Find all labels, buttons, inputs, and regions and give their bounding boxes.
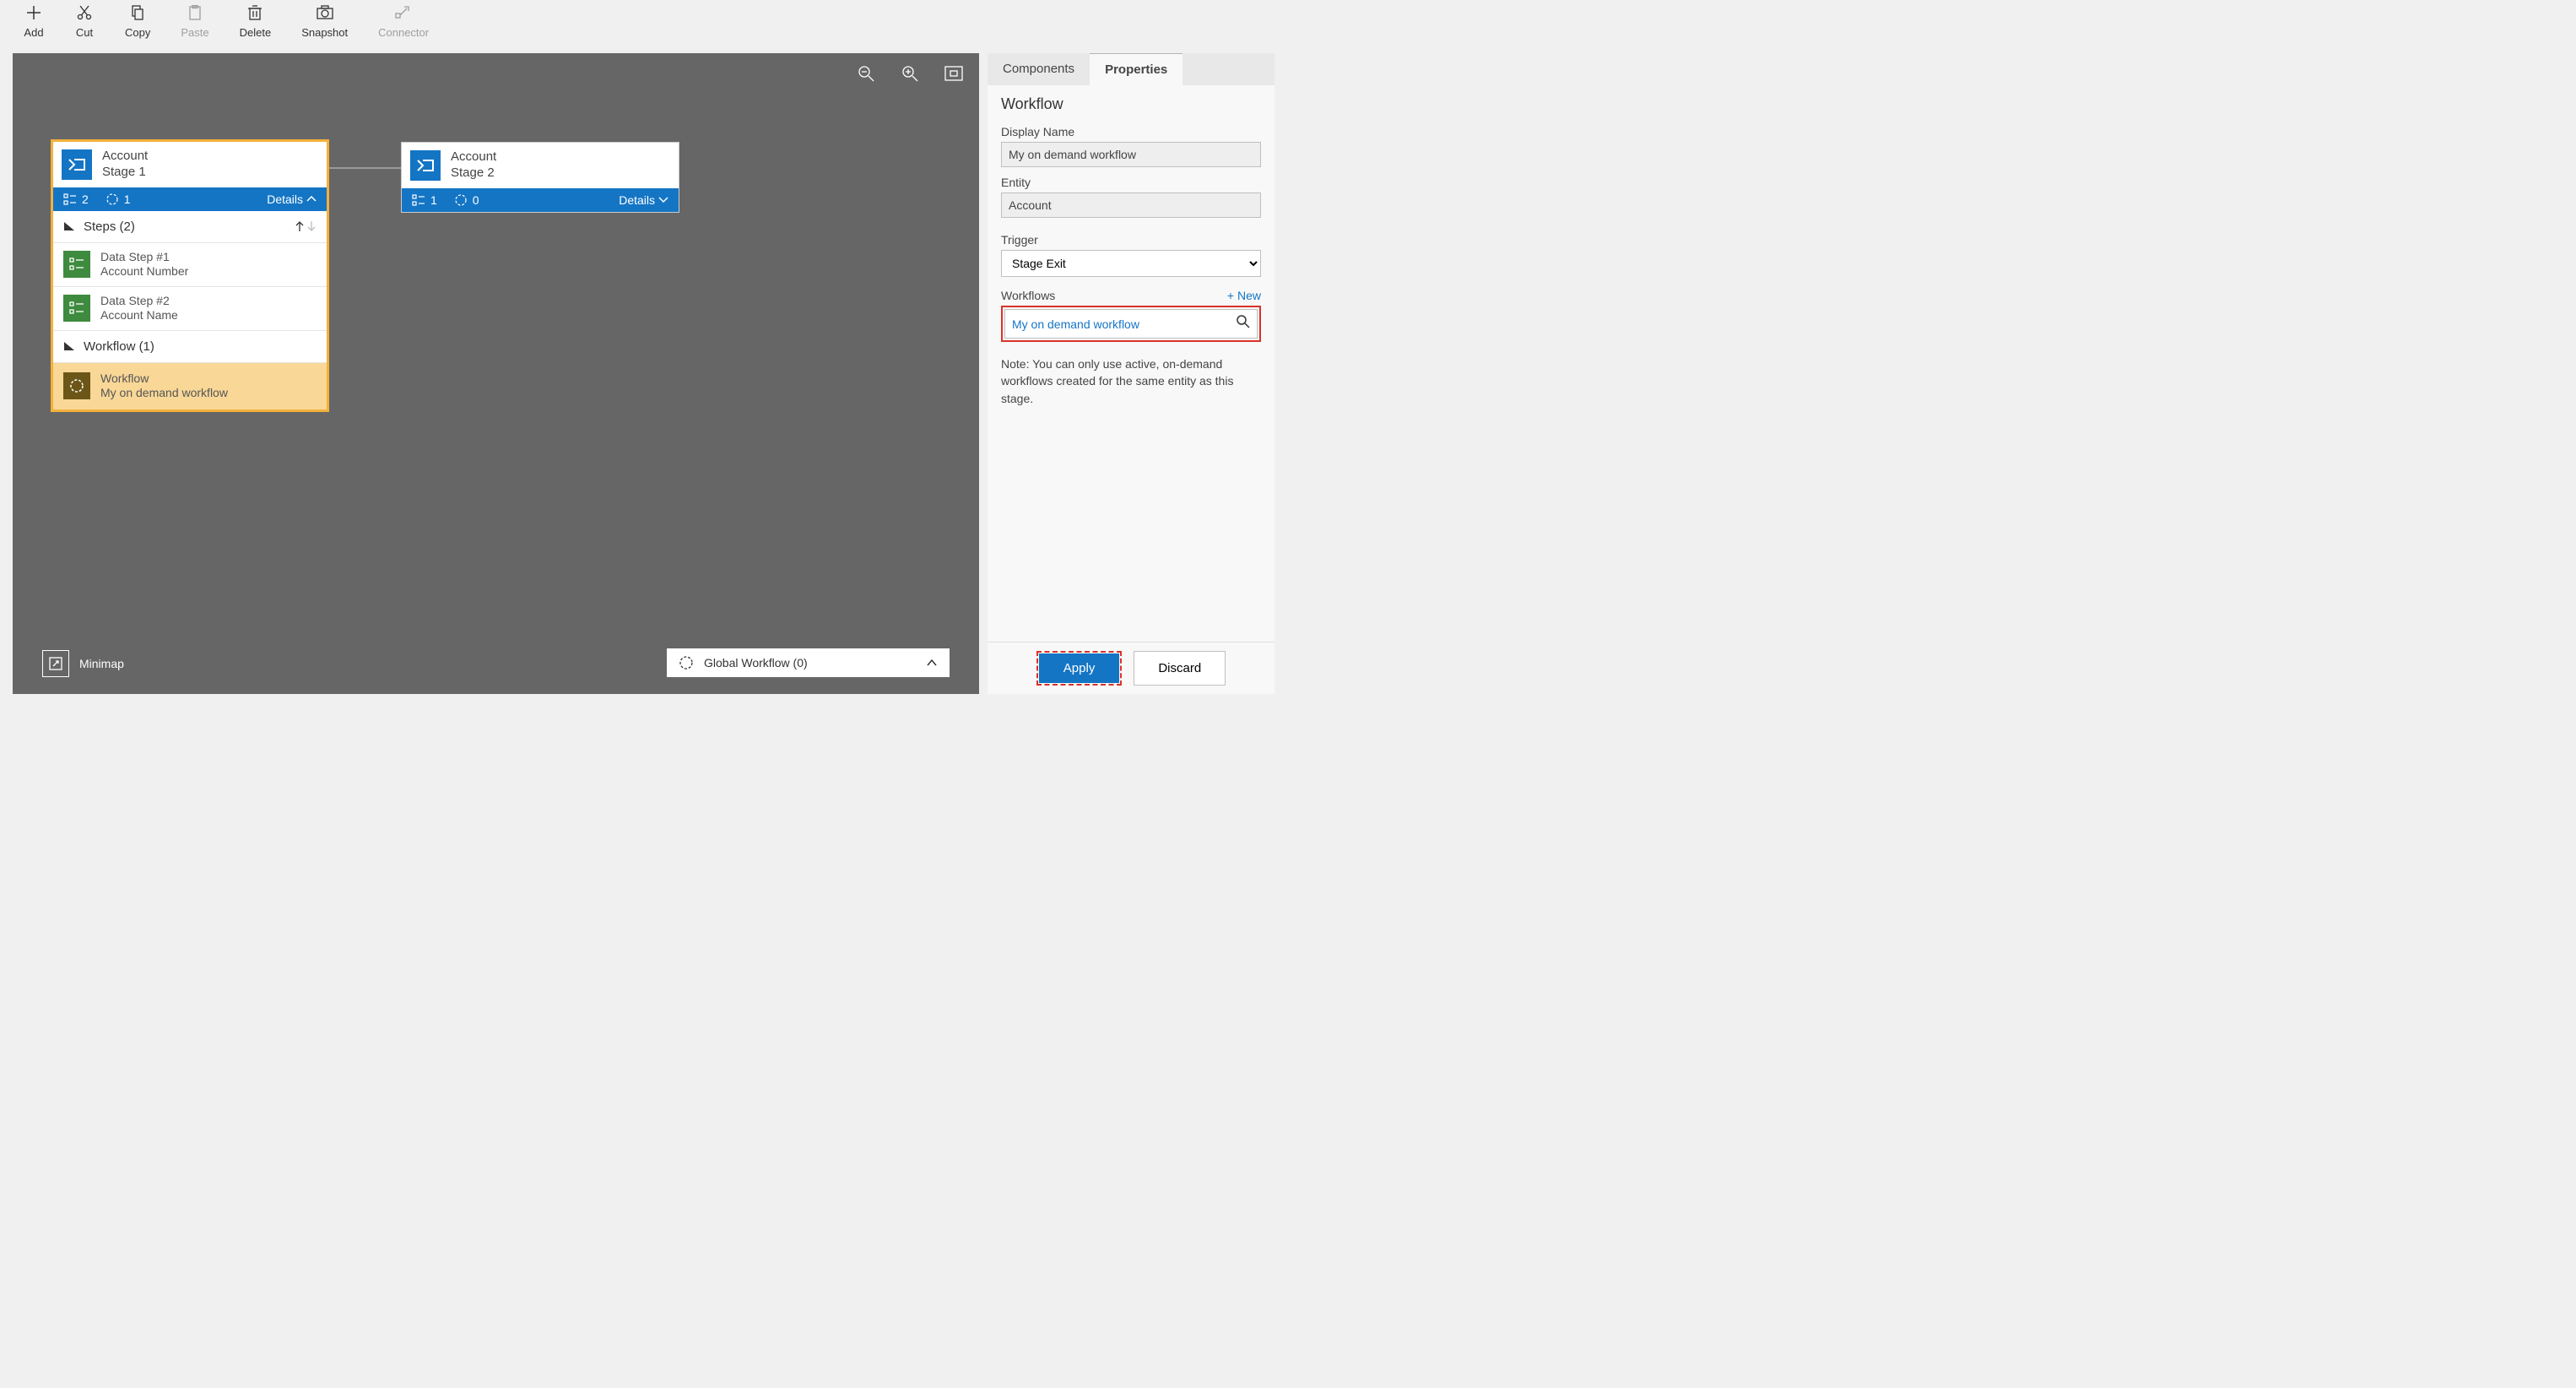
scissors-icon xyxy=(76,4,93,21)
arrow-up-icon[interactable] xyxy=(295,220,305,232)
global-workflow-bar[interactable]: Global Workflow (0) xyxy=(667,648,950,677)
connector-icon xyxy=(395,4,412,21)
trash-icon xyxy=(246,4,263,21)
zoom-out-button[interactable] xyxy=(856,63,876,84)
copy-button[interactable]: Copy xyxy=(110,0,165,39)
minimap-label: Minimap xyxy=(79,657,124,670)
workflow-item-selected[interactable]: Workflow My on demand workflow xyxy=(53,363,327,409)
stage-1[interactable]: Account Stage 1 2 1 Details Steps (2) xyxy=(51,139,329,412)
display-name-input[interactable] xyxy=(1001,142,1261,167)
trigger-label: Trigger xyxy=(1001,233,1261,247)
data-step-1[interactable]: Data Step #1 Account Number xyxy=(53,243,327,287)
copy-label: Copy xyxy=(125,26,150,39)
wf-item-title: Workflow xyxy=(100,371,228,387)
connector-button: Connector xyxy=(363,0,444,39)
chevron-up-icon xyxy=(926,659,938,667)
entity-input[interactable] xyxy=(1001,192,1261,218)
stage1-name: Stage 1 xyxy=(102,165,148,181)
stage2-name: Stage 2 xyxy=(451,165,496,182)
steps-header-label: Steps (2) xyxy=(84,220,135,234)
trigger-select[interactable]: Stage Exit xyxy=(1001,250,1261,277)
wf-item-sub: My on demand workflow xyxy=(100,386,228,401)
properties-panel: Components Properties Workflow Display N… xyxy=(988,53,1274,694)
new-workflow-link[interactable]: + New xyxy=(1227,289,1261,302)
tab-components[interactable]: Components xyxy=(988,53,1090,85)
arrow-down-icon[interactable] xyxy=(306,220,317,232)
canvas[interactable]: Account Stage 1 2 1 Details Steps (2) xyxy=(13,53,979,694)
cut-label: Cut xyxy=(76,26,93,39)
stage1-step-count: 2 xyxy=(82,192,89,206)
workflow-search-value: My on demand workflow xyxy=(1012,317,1139,331)
zoom-in-button[interactable] xyxy=(900,63,920,84)
workflow-search-input[interactable]: My on demand workflow xyxy=(1004,309,1258,339)
steps-group-header[interactable]: Steps (2) xyxy=(53,211,327,243)
workflow-header-label: Workflow (1) xyxy=(84,339,154,354)
connector-label: Connector xyxy=(378,26,429,39)
stage1-wf-count: 1 xyxy=(124,192,131,206)
paste-icon xyxy=(187,4,203,21)
stage2-details-toggle[interactable]: Details xyxy=(619,193,668,207)
data-step-icon xyxy=(63,295,90,322)
workflow-note: Note: You can only use active, on-demand… xyxy=(1001,355,1261,407)
delete-button[interactable]: Delete xyxy=(225,0,287,39)
step1-sub: Account Number xyxy=(100,264,188,279)
data-step-icon xyxy=(63,251,90,278)
workflow-icon xyxy=(63,372,90,399)
search-icon[interactable] xyxy=(1237,315,1250,333)
fit-screen-button[interactable] xyxy=(944,63,964,84)
stage-connector xyxy=(329,167,405,169)
stage2-step-count: 1 xyxy=(430,193,437,207)
stage-chevron-icon xyxy=(410,150,441,181)
camera-icon xyxy=(317,4,333,21)
tab-properties[interactable]: Properties xyxy=(1090,53,1182,85)
minimap-button[interactable] xyxy=(42,650,69,677)
snapshot-label: Snapshot xyxy=(301,26,348,39)
cut-button[interactable]: Cut xyxy=(59,0,110,39)
add-label: Add xyxy=(24,26,43,39)
plus-icon xyxy=(25,4,42,21)
data-step-2[interactable]: Data Step #2 Account Name xyxy=(53,287,327,331)
stage2-entity: Account xyxy=(451,149,496,165)
display-name-label: Display Name xyxy=(1001,125,1261,138)
stage-chevron-icon xyxy=(62,149,92,180)
panel-heading: Workflow xyxy=(1001,95,1261,113)
paste-button: Paste xyxy=(165,0,224,39)
step1-title: Data Step #1 xyxy=(100,250,188,265)
apply-button[interactable]: Apply xyxy=(1039,653,1120,683)
triangle-icon xyxy=(63,341,75,351)
step2-title: Data Step #2 xyxy=(100,294,178,309)
global-workflow-label: Global Workflow (0) xyxy=(704,656,808,670)
apply-highlight: Apply xyxy=(1036,651,1123,686)
toolbar: Add Cut Copy Paste Delete Snapshot Conne… xyxy=(0,0,1287,53)
step2-sub: Account Name xyxy=(100,308,178,323)
workflows-label: Workflows xyxy=(1001,289,1055,302)
add-button[interactable]: Add xyxy=(8,0,59,39)
paste-label: Paste xyxy=(181,26,208,39)
snapshot-button[interactable]: Snapshot xyxy=(286,0,363,39)
stage1-details-toggle[interactable]: Details xyxy=(267,192,317,206)
entity-label: Entity xyxy=(1001,176,1261,189)
stage2-wf-count: 0 xyxy=(473,193,479,207)
discard-button[interactable]: Discard xyxy=(1134,651,1226,686)
triangle-icon xyxy=(63,221,75,231)
stage1-entity: Account xyxy=(102,149,148,165)
workflow-search-highlight: My on demand workflow xyxy=(1001,306,1261,342)
workflow-icon xyxy=(679,655,694,670)
workflow-group-header[interactable]: Workflow (1) xyxy=(53,331,327,363)
stage-2[interactable]: Account Stage 2 1 0 Details xyxy=(401,142,679,213)
delete-label: Delete xyxy=(240,26,272,39)
copy-icon xyxy=(129,4,146,21)
